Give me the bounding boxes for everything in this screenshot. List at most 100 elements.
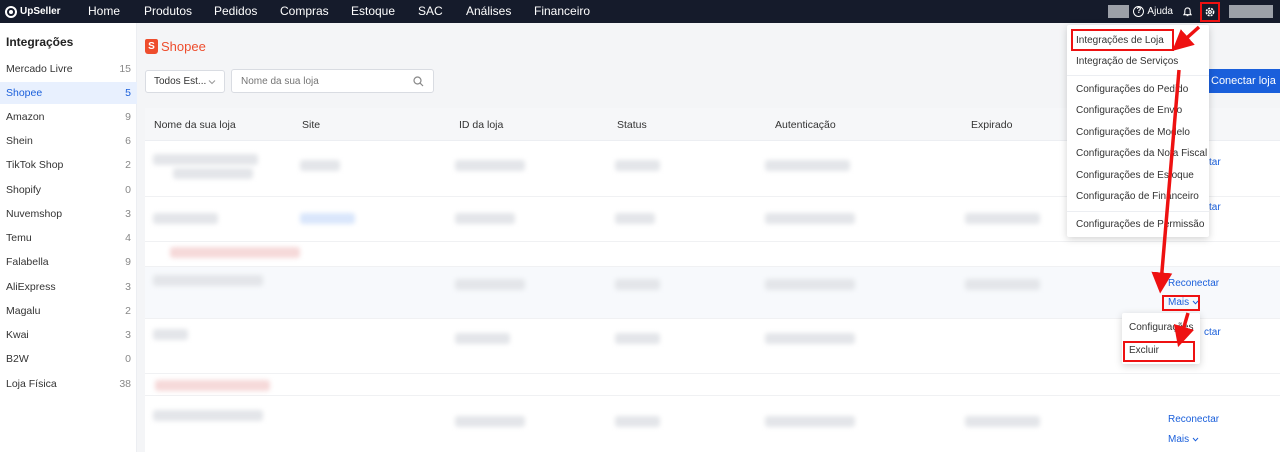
store-search-input[interactable] (241, 75, 401, 87)
redacted-expired (965, 416, 1040, 427)
menu-item-order-settings[interactable]: Configurações do Pedido (1076, 84, 1188, 95)
sidebar-item-shein[interactable]: Shein 6 (0, 130, 137, 152)
menu-item-service-integration[interactable]: Integração de Serviços (1076, 56, 1178, 67)
status-filter-select[interactable]: Todos Est... (145, 70, 225, 93)
menu-item-stock-settings[interactable]: Configurações de Estoque (1076, 170, 1194, 181)
help-link[interactable]: ? Ajuda (1133, 6, 1173, 17)
column-header-store-id: ID da loja (459, 119, 504, 131)
sidebar-item-kwai[interactable]: Kwai 3 (0, 324, 137, 346)
redacted-box (1108, 5, 1130, 18)
more-actions-dropdown[interactable]: Mais (1168, 434, 1199, 445)
redacted-authentication (765, 333, 855, 344)
redacted-status (615, 416, 660, 427)
highlight-store-integrations (1071, 29, 1174, 51)
redacted-store-name (153, 329, 188, 340)
sidebar-item-label: AliExpress (6, 281, 56, 293)
sidebar-item-count: 2 (125, 159, 131, 171)
highlight-more-dropdown (1162, 295, 1200, 311)
sidebar-item-b2w[interactable]: B2W 0 (0, 348, 137, 370)
redacted-authentication (765, 416, 855, 427)
column-header-authentication: Autenticação (775, 119, 836, 131)
table-row (145, 242, 1280, 267)
sidebar-item-count: 4 (125, 232, 131, 244)
menu-divider (1067, 75, 1209, 76)
redacted-status (615, 160, 660, 171)
settings-button[interactable] (1200, 1, 1220, 22)
sidebar-item-label: B2W (6, 353, 29, 365)
nav-compras[interactable]: Compras (280, 4, 329, 18)
sidebar-item-label: Magalu (6, 305, 41, 317)
sidebar-item-amazon[interactable]: Amazon 9 (0, 106, 137, 128)
user-account-box[interactable] (1229, 5, 1273, 18)
brand-logo[interactable]: UpSeller (5, 5, 65, 18)
sidebar-item-temu[interactable]: Temu 4 (0, 227, 137, 249)
sidebar-item-nuvemshop[interactable]: Nuvemshop 3 (0, 203, 137, 225)
nav-estoque[interactable]: Estoque (351, 4, 395, 18)
connect-store-button[interactable]: Conectar loja (1205, 69, 1280, 93)
sidebar-item-shopify[interactable]: Shopify 0 (0, 179, 137, 201)
sidebar-item-count: 9 (125, 256, 131, 268)
reconnect-link-partial[interactable]: ctar (1204, 327, 1221, 338)
sidebar-item-tiktok-shop[interactable]: TikTok Shop 2 (0, 154, 137, 176)
sidebar-item-falabella[interactable]: Falabella 9 (0, 251, 137, 273)
settings-dropdown-menu: Integrações de Loja Integração de Serviç… (1067, 25, 1209, 237)
menu-item-template-settings[interactable]: Configurações de Modelo (1076, 127, 1190, 138)
table-row (145, 374, 1280, 396)
sidebar-item-shopee[interactable]: Shopee 5 (0, 82, 137, 104)
column-header-expired: Expirado (971, 119, 1013, 131)
sidebar-item-loja-fisica[interactable]: Loja Física 38 (0, 373, 137, 395)
nav-analises[interactable]: Análises (466, 4, 511, 18)
gear-icon (1205, 7, 1215, 16)
nav-home[interactable]: Home (88, 4, 120, 18)
redacted-expired (965, 213, 1040, 224)
sidebar-item-count: 0 (125, 184, 131, 196)
table-row: Reconectar Mais (145, 267, 1280, 319)
upseller-logo-icon (5, 5, 17, 18)
sidebar-item-label: Loja Física (6, 378, 57, 390)
sidebar-title: Integrações (6, 35, 74, 49)
reconnect-link[interactable]: Reconectar (1168, 278, 1219, 289)
table-row: ctar (145, 319, 1280, 374)
menu-item-invoice-settings[interactable]: Configurações da Nota Fiscal (1076, 148, 1207, 159)
sidebar-item-count: 3 (125, 329, 131, 341)
redacted-site (300, 213, 355, 224)
column-header-site: Site (302, 119, 321, 131)
sidebar-item-magalu[interactable]: Magalu 2 (0, 300, 137, 322)
sidebar-item-label: Kwai (6, 329, 29, 341)
nav-pedidos[interactable]: Pedidos (214, 4, 257, 18)
highlight-delete-option (1123, 341, 1195, 362)
redacted-store-name (153, 154, 258, 165)
redacted-authentication (765, 279, 855, 290)
sidebar-item-mercado-livre[interactable]: Mercado Livre 15 (0, 58, 137, 80)
nav-financeiro[interactable]: Financeiro (534, 4, 590, 18)
redacted-store-name (170, 247, 300, 258)
redacted-store-name (153, 275, 263, 286)
sidebar-item-count: 38 (119, 378, 131, 390)
menu-item-financial-settings[interactable]: Configuração de Financeiro (1076, 191, 1199, 202)
chevron-down-icon (1192, 437, 1199, 442)
redacted-store-name (155, 380, 270, 391)
sidebar-item-count: 15 (119, 63, 131, 75)
chevron-down-icon (208, 79, 216, 84)
store-search-box[interactable] (231, 69, 434, 93)
sidebar-item-label: Nuvemshop (6, 208, 63, 220)
reconnect-link[interactable]: Reconectar (1168, 414, 1219, 425)
menu-item-configurations[interactable]: Configurações (1129, 322, 1193, 333)
bell-icon[interactable] (1183, 6, 1192, 17)
nav-produtos[interactable]: Produtos (144, 4, 192, 18)
sidebar-item-aliexpress[interactable]: AliExpress 3 (0, 276, 137, 298)
menu-item-permission-settings[interactable]: Configurações de Permissão (1076, 219, 1204, 230)
nav-sac[interactable]: SAC (418, 4, 443, 18)
redacted-site (300, 160, 340, 171)
redacted-status (615, 333, 660, 344)
table-row: Reconectar Mais (145, 396, 1280, 452)
sidebar-item-count: 3 (125, 208, 131, 220)
redacted-authentication (765, 160, 850, 171)
redacted-authentication (765, 213, 855, 224)
help-circle-icon: ? (1133, 6, 1145, 17)
sidebar-item-count: 0 (125, 353, 131, 365)
search-icon[interactable] (413, 75, 424, 87)
sidebar-item-label: Temu (6, 232, 32, 244)
menu-item-shipping-settings[interactable]: Configurações de Envio (1076, 105, 1182, 116)
redacted-status (615, 279, 660, 290)
